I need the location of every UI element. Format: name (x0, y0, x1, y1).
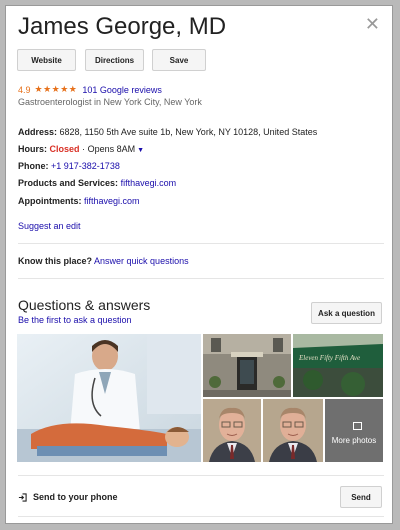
appointments-link[interactable]: fifthavegi.com (84, 196, 140, 206)
rating-value: 4.9 (18, 84, 31, 95)
ask-first-link[interactable]: Be the first to ask a question (18, 315, 132, 325)
rating-row: 4.9 ★★★★★ 101 Google reviews (18, 84, 162, 95)
directions-button[interactable]: Directions (85, 49, 144, 71)
hours-separator: · (82, 144, 86, 154)
more-photos-tile[interactable]: More photos (325, 399, 383, 462)
hours-status: Closed (49, 144, 80, 154)
address-label: Address: (18, 127, 58, 137)
products-label: Products and Services: (18, 178, 119, 188)
caret-down-icon[interactable]: ▼ (137, 147, 144, 154)
know-this-place-row: Know this place? Answer quick questions (18, 256, 189, 266)
phone-link[interactable]: +1 917-382-1738 (51, 161, 120, 171)
knowledge-panel: James George, MD ✕ Website Directions Sa… (5, 5, 393, 524)
address-value[interactable]: 6828, 1150 5th Ave suite 1b, New York, N… (60, 127, 318, 137)
qa-title: Questions & answers (18, 297, 151, 313)
products-link[interactable]: fifthavegi.com (121, 178, 177, 188)
save-button[interactable]: Save (152, 49, 206, 71)
website-button[interactable]: Website (17, 49, 76, 71)
close-icon[interactable]: ✕ (365, 15, 380, 33)
ask-question-button[interactable]: Ask a question (311, 302, 382, 324)
star-rating-icon: ★★★★★ (34, 84, 78, 94)
divider (18, 475, 384, 476)
phone-row: Phone: +1 917-382-1738 (18, 161, 120, 171)
divider (18, 278, 384, 279)
answer-questions-link[interactable]: Answer quick questions (94, 256, 189, 266)
doctor-headshot-photo[interactable] (203, 399, 261, 462)
products-row: Products and Services: fifthavegi.com (18, 178, 176, 188)
more-photos-label: More photos (331, 436, 377, 445)
awning-sign-text: Eleven Fifty Fifth Ave (298, 354, 360, 362)
appointments-row: Appointments: fifthavegi.com (18, 196, 140, 206)
suggest-edit-link[interactable]: Suggest an edit (18, 221, 81, 231)
hours-open: Opens 8AM (87, 144, 136, 154)
photo-gallery-icon (353, 422, 362, 430)
divider (18, 243, 384, 244)
building-awning-photo[interactable]: Eleven Fifty Fifth Ave (293, 334, 383, 397)
reviews-link[interactable]: 101 Google reviews (82, 85, 162, 95)
business-category: Gastroenterologist in New York City, New… (18, 97, 202, 107)
hours-row[interactable]: Hours: Closed · Opens 8AM ▼ (18, 144, 144, 154)
phone-label: Phone: (18, 161, 49, 171)
send-to-phone-row[interactable]: Send to your phone (18, 492, 118, 502)
address-row: Address: 6828, 1150 5th Ave suite 1b, Ne… (18, 127, 317, 137)
doctor-patient-photo[interactable] (17, 334, 201, 462)
send-button[interactable]: Send (340, 486, 382, 508)
send-to-phone-icon (18, 492, 27, 502)
appointments-label: Appointments: (18, 196, 82, 206)
business-title: James George, MD (18, 13, 227, 40)
doctor-headshot-photo[interactable] (263, 399, 323, 462)
hours-label: Hours: (18, 144, 47, 154)
know-label: Know this place? (18, 256, 93, 266)
send-to-phone-label: Send to your phone (33, 492, 118, 502)
divider (18, 516, 384, 517)
building-entrance-photo[interactable] (203, 334, 291, 397)
